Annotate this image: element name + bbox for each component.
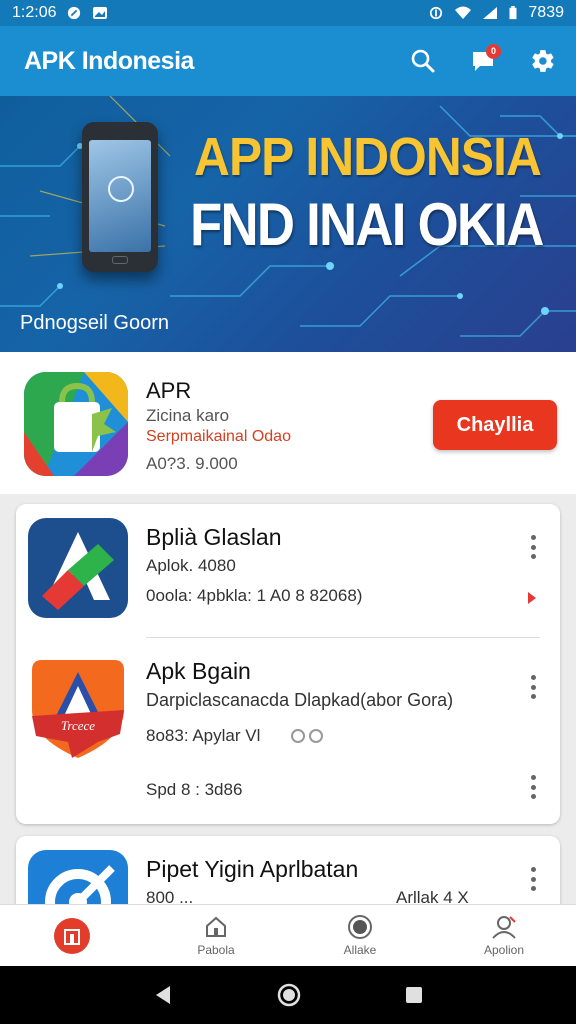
smartphone-illustration [82,122,158,272]
notification-badge: 0 [486,44,501,59]
app-size: Spd 8 : 3d86 [146,780,243,799]
search-icon[interactable] [410,48,436,74]
recent-apps-icon[interactable] [404,985,424,1005]
app-bar: APK Indonesia 0 [0,26,576,96]
featured-app-developer: Zicina karo [146,406,230,425]
app-info: 8o83: Apylar Vl [146,726,261,745]
wifi-icon [455,6,472,19]
list-item[interactable]: Trcece Apk Bgain Darpiclascanacda Dlapka… [16,638,560,824]
notifications-button[interactable]: 0 [470,44,501,74]
more-options-icon[interactable] [522,532,544,562]
app-version: Aplok. 4080 [146,556,236,575]
more-options-icon[interactable] [522,772,544,802]
icon-ribbon-text: Trcece [61,718,95,733]
circle-icon [348,915,372,939]
settings-gear-icon[interactable] [530,48,556,74]
more-options-icon[interactable] [522,864,544,894]
signal-icon [483,7,498,19]
rating-icons [291,729,323,743]
nav-apolion[interactable]: Apolion [432,905,576,966]
featured-app-version: A0?3. 9.000 [146,454,238,473]
bottom-navigation: Pabola Allake Apolion [0,904,576,966]
app-icon-apk-bgain: Trcece [28,658,128,758]
nav-label: Allake [343,943,377,957]
screen: 1:2:06 7839 APK Indonesia 0 APP INDONSIA… [0,0,576,1024]
more-options-icon[interactable] [522,672,544,702]
home-circle-icon[interactable] [277,983,301,1007]
battery-level: 7839 [528,4,564,21]
banner-subheadline: FND INAI OKIA [190,191,544,258]
featured-app-icon [24,372,128,476]
featured-app[interactable]: APR Zicina karo Serpmaikainal Odao A0?3.… [0,352,576,494]
vpn-key-icon [430,6,443,20]
system-navigation-bar [0,966,576,1024]
app-title: APK Indonesia [24,46,194,75]
app-icon-bplia [28,518,128,618]
circle-notification-icon [68,6,81,20]
app-title: Pipet Yigin Aprlbatan [146,856,359,882]
play-arrow-icon[interactable] [528,592,536,604]
app-details: 0oola: 4pbkla: 1 A0 8 82068) [146,586,363,605]
battery-icon [509,6,517,20]
house-icon [206,916,226,937]
home-icon [54,917,90,954]
nav-label: Pabola [197,943,235,957]
nav-pabola[interactable]: Pabola [144,905,288,966]
back-icon[interactable] [152,984,174,1006]
app-title: Bplià Glaslan [146,524,282,550]
featured-download-button[interactable]: Chayllia [433,400,557,450]
nav-allake[interactable]: Allake [288,905,432,966]
status-time: 1:2:06 [12,4,57,21]
nav-home[interactable] [0,905,144,966]
promo-banner[interactable]: APP INDONSIA FND INAI OKIA Pdnogseil Goo… [0,96,576,352]
profile-icon [492,916,516,939]
app-list-card: Bplià Glaslan Aplok. 4080 0oola: 4pbkla:… [16,504,560,824]
featured-app-category: Serpmaikainal Odao [146,428,291,445]
app-description: Darpiclascanacda Dlapkad(abor Gora) [146,690,454,710]
image-notification-icon [93,7,108,19]
banner-caption: Pdnogseil Goorn [20,312,169,334]
banner-headline: APP INDONSIA [194,127,542,187]
featured-app-title: APR [146,378,192,403]
app-title: Apk Bgain [146,658,251,684]
nav-label: Apolion [483,943,525,957]
list-item[interactable]: Bplià Glaslan Aplok. 4080 0oola: 4pbkla:… [16,504,560,638]
status-bar: 1:2:06 7839 [0,0,576,26]
